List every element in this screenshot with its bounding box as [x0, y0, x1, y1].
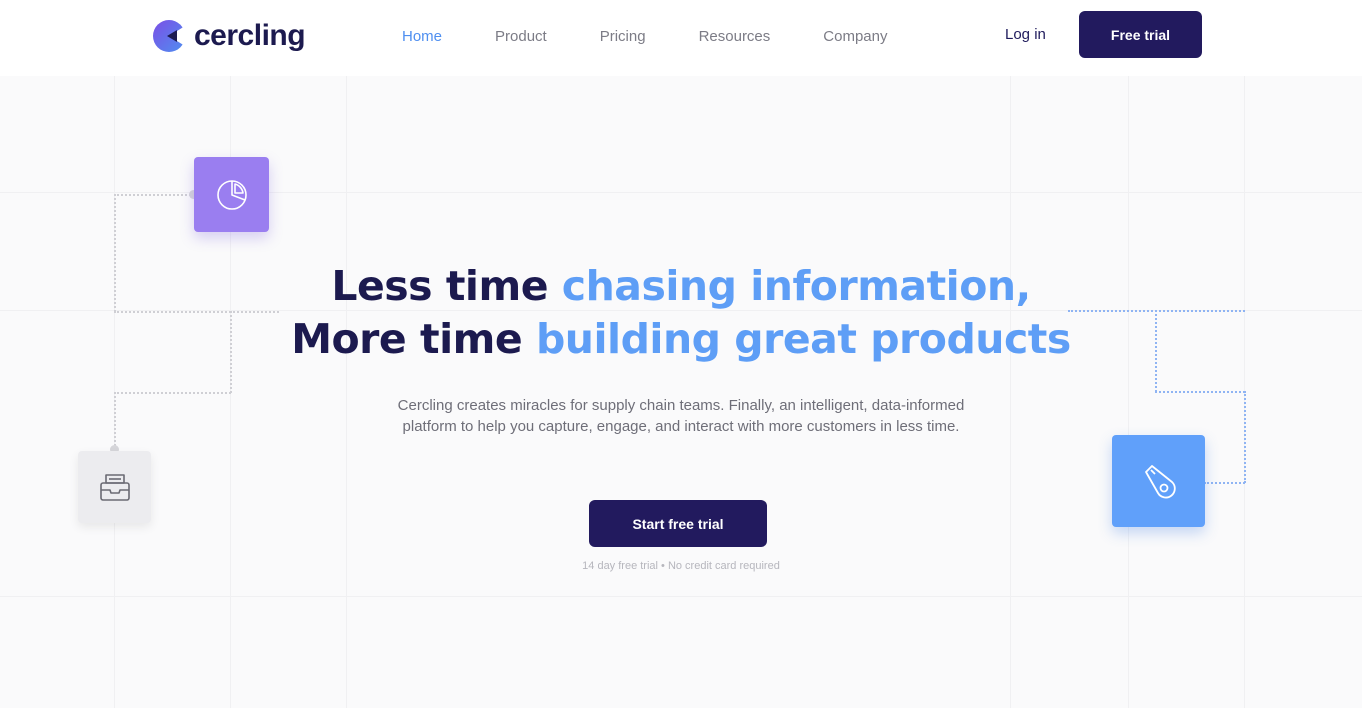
cercling-logo-icon: [153, 20, 185, 52]
inbox-tray-icon: [99, 474, 130, 501]
hero-heading-line2-accent: building great products: [535, 315, 1071, 363]
nav-item-resources[interactable]: Resources: [699, 28, 771, 46]
nav-item-company[interactable]: Company: [823, 28, 887, 46]
connector-line: [114, 392, 116, 450]
feature-tile-inbox: [78, 451, 151, 523]
trial-fineprint: 14 day free trial • No credit card requi…: [582, 560, 780, 572]
connector-line: [1244, 391, 1246, 483]
main-nav: Home Product Pricing Resources Company: [402, 28, 940, 46]
connector-line: [114, 392, 231, 394]
connector-line: [1155, 391, 1245, 393]
hero-heading-line2-dark: More time: [291, 315, 536, 363]
hero-heading: Less time chasing information, More time…: [0, 260, 1362, 366]
feature-tile-analytics: [194, 157, 269, 232]
nav-item-product[interactable]: Product: [495, 28, 547, 46]
brand-name: cercling: [194, 19, 306, 52]
connector-line: [114, 194, 194, 196]
free-trial-button[interactable]: Free trial: [1079, 11, 1202, 58]
whistle-icon: [1144, 465, 1176, 499]
connector-line: [1204, 482, 1245, 484]
hero-heading-line1-dark: Less time: [331, 262, 562, 310]
site-header: cercling Home Product Pricing Resources …: [0, 0, 1362, 76]
pie-chart-icon: [216, 179, 247, 210]
hero-subtitle: Cercling creates miracles for supply cha…: [397, 397, 965, 435]
brand-logo[interactable]: cercling: [153, 19, 306, 52]
hero-heading-line1-accent: chasing information,: [561, 262, 1031, 310]
start-free-trial-button[interactable]: Start free trial: [589, 500, 767, 547]
nav-item-home[interactable]: Home: [402, 28, 442, 46]
feature-tile-alerts: [1112, 435, 1205, 527]
nav-item-pricing[interactable]: Pricing: [600, 28, 646, 46]
login-link[interactable]: Log in: [1005, 26, 1046, 44]
